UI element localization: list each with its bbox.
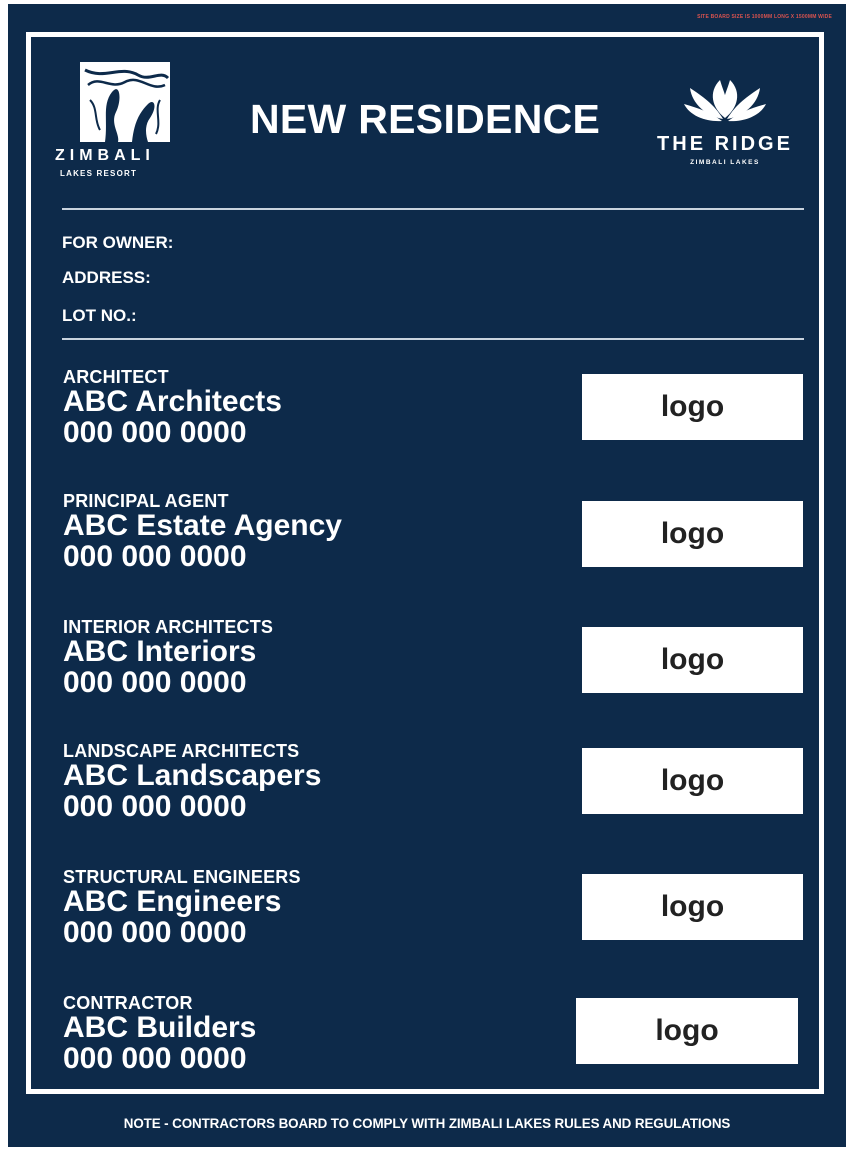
entry-phone: 000 000 0000 <box>63 666 247 699</box>
entry-company: ABC Interiors <box>63 635 257 668</box>
entry-role: STRUCTURAL ENGINEERS <box>63 867 301 887</box>
fields-divider <box>62 338 804 340</box>
entry-company: ABC Landscapers <box>63 759 322 792</box>
owner-label: FOR OWNER: <box>62 233 174 252</box>
list-item: LANDSCAPE ARCHITECTS ABC Landscapers 000… <box>63 741 543 823</box>
zimbali-logo: ZIMBALI LAKES RESORT <box>50 60 170 180</box>
entry-company: ABC Architects <box>63 385 282 418</box>
logo-placeholder: logo <box>576 998 798 1064</box>
footer-note: NOTE - CONTRACTORS BOARD TO COMPLY WITH … <box>123 1116 731 1131</box>
tree-logo-icon: ZIMBALI LAKES RESORT <box>55 62 170 178</box>
logo-placeholder: logo <box>582 501 803 567</box>
entry-role: LANDSCAPE ARCHITECTS <box>63 741 300 761</box>
svg-text:ZIMBALI: ZIMBALI <box>55 147 155 164</box>
address-label: ADDRESS: <box>62 268 151 287</box>
entry-phone: 000 000 0000 <box>63 790 247 823</box>
header-divider <box>62 208 804 210</box>
entry-company: ABC Estate Agency <box>63 509 342 542</box>
logo-placeholder: logo <box>582 374 803 440</box>
lotus-icon: THE RIDGE ZIMBALI LAKES <box>657 80 793 166</box>
list-item: INTERIOR ARCHITECTS ABC Interiors 000 00… <box>63 617 543 699</box>
entry-role: ARCHITECT <box>63 367 169 387</box>
entry-phone: 000 000 0000 <box>63 540 247 573</box>
list-item: ARCHITECT ABC Architects 000 000 0000 <box>63 367 543 449</box>
entry-role: INTERIOR ARCHITECTS <box>63 617 274 637</box>
entry-phone: 000 000 0000 <box>63 416 247 449</box>
entry-company: ABC Engineers <box>63 885 282 918</box>
svg-text:THE RIDGE: THE RIDGE <box>657 133 793 155</box>
list-item: CONTRACTOR ABC Builders 000 000 0000 <box>63 993 543 1075</box>
board-size-note: SITE BOARD SIZE IS 1000MM LONG X 1500MM … <box>697 14 832 20</box>
logo-placeholder: logo <box>582 748 803 814</box>
entry-phone: 000 000 0000 <box>63 1042 247 1075</box>
svg-text:ZIMBALI LAKES: ZIMBALI LAKES <box>690 159 760 166</box>
entry-role: PRINCIPAL AGENT <box>63 491 229 511</box>
logo-placeholder: logo <box>582 627 803 693</box>
page-title: NEW RESIDENCE <box>250 96 601 142</box>
entry-company: ABC Builders <box>63 1011 257 1044</box>
logo-placeholder: logo <box>582 874 803 940</box>
lot-number-label: LOT NO.: <box>62 306 137 325</box>
entry-role: CONTRACTOR <box>63 993 193 1013</box>
svg-text:LAKES RESORT: LAKES RESORT <box>60 169 137 178</box>
the-ridge-logo: THE RIDGE ZIMBALI LAKES <box>640 72 810 172</box>
list-item: PRINCIPAL AGENT ABC Estate Agency 000 00… <box>63 491 543 573</box>
entry-phone: 000 000 0000 <box>63 916 247 949</box>
list-item: STRUCTURAL ENGINEERS ABC Engineers 000 0… <box>63 867 543 949</box>
